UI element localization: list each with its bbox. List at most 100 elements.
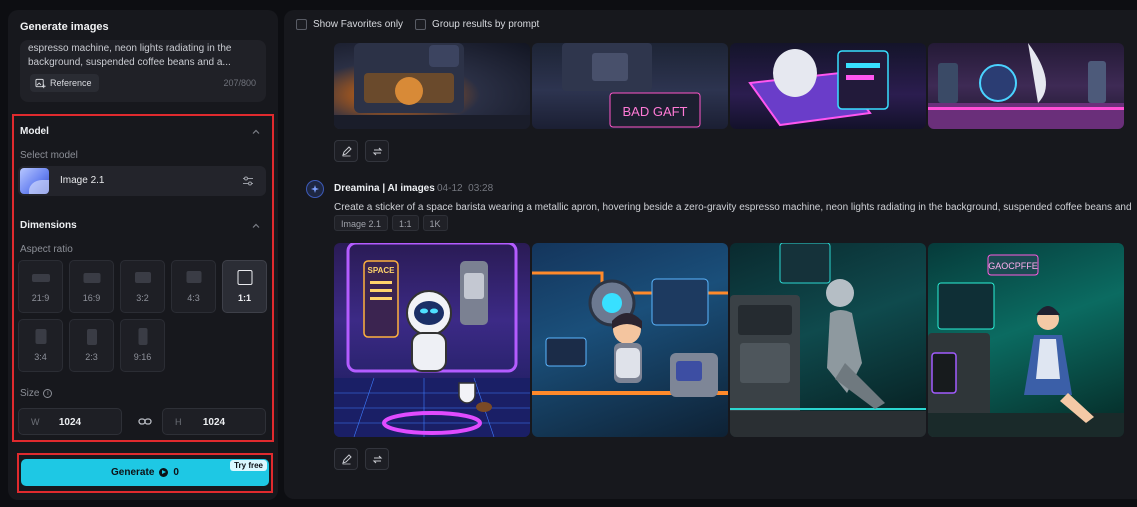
try-free-badge: Try free xyxy=(230,460,267,471)
ratio-3-2-button[interactable]: 3:2 xyxy=(120,260,165,313)
aspect-ratio-label: Aspect ratio xyxy=(20,244,73,255)
ratio-21-9-button[interactable]: 21:9 xyxy=(18,260,63,313)
size-label: Size i xyxy=(20,388,53,399)
model-dimensions-section: Model Select model Image 2.1 Dimensions … xyxy=(12,114,274,442)
dimensions-heading: Dimensions xyxy=(20,220,77,231)
ratio-label: 21:9 xyxy=(31,293,50,303)
image-row-previous: BAD GAFT xyxy=(334,43,1124,129)
edit-button[interactable] xyxy=(334,448,358,470)
astronaut-barista-art: SPACE xyxy=(334,243,530,437)
ratio-shape-icon xyxy=(134,272,151,283)
generate-label: Generate xyxy=(111,467,155,478)
width-field[interactable]: W 1024 xyxy=(18,408,122,435)
ratio-label: 3:4 xyxy=(34,352,47,362)
reference-label: Reference xyxy=(50,78,92,88)
author-name: Dreamina | AI images xyxy=(334,183,435,194)
ratio-shape-icon xyxy=(83,273,100,283)
model-name: Image 2.1 xyxy=(60,175,105,186)
generate-panel: Generate images espresso machine, neon l… xyxy=(8,10,278,500)
regenerate-button[interactable] xyxy=(365,448,389,470)
prompt-text: Create a sticker of a space barista wear… xyxy=(334,202,1132,213)
ratio-shape-icon xyxy=(237,270,252,285)
pencil-icon xyxy=(342,454,352,465)
space-girl-barista-art xyxy=(532,271,728,397)
model-thumbnail xyxy=(20,168,49,194)
ratio-label: 16:9 xyxy=(82,293,101,303)
ratio-label: 2:3 xyxy=(85,352,98,362)
image-row-current: SPACE GAOCPFFE xyxy=(334,243,1124,437)
tag-model: Image 2.1 xyxy=(334,215,389,231)
cafe-waitress-art: GAOCPFFE xyxy=(928,254,1124,437)
result-image[interactable] xyxy=(928,43,1124,129)
width-value[interactable]: 1024 xyxy=(19,417,121,428)
model-select[interactable]: Image 2.1 xyxy=(18,166,266,196)
result-image[interactable]: BAD GAFT xyxy=(532,43,728,129)
coffee-bar-art xyxy=(928,43,1124,129)
ratio-label: 1:1 xyxy=(237,293,251,303)
result-image[interactable] xyxy=(532,243,728,437)
ratio-shape-icon xyxy=(31,274,50,282)
ratio-16-9-button[interactable]: 16:9 xyxy=(69,260,114,313)
model-heading: Model xyxy=(20,126,49,137)
prompt-text[interactable]: espresso machine, neon lights radiating … xyxy=(28,42,256,68)
neon-sign-text: BAD GAFT xyxy=(622,104,687,119)
dreamina-logo-icon xyxy=(306,180,324,198)
time: 03:28 xyxy=(468,183,494,194)
pencil-icon xyxy=(342,146,352,157)
ratio-label: 9:16 xyxy=(133,352,152,362)
panel-title: Generate images xyxy=(20,21,109,33)
result-image[interactable]: SPACE xyxy=(334,243,530,437)
space-sign-text: SPACE xyxy=(368,266,396,275)
select-model-label: Select model xyxy=(20,150,78,161)
group-by-prompt-label: Group results by prompt xyxy=(432,19,540,30)
checkbox[interactable] xyxy=(296,19,307,30)
ratio-label: 4:3 xyxy=(187,293,200,303)
espresso-machine-art xyxy=(334,43,530,129)
edit-button[interactable] xyxy=(334,140,358,162)
generate-button[interactable]: Generate 0 Try free xyxy=(21,459,269,486)
image-plus-icon xyxy=(35,78,46,88)
link-icon[interactable] xyxy=(138,416,152,427)
tag-list: Image 2.1 1:1 1K xyxy=(334,215,448,231)
ratio-shape-icon xyxy=(86,329,97,345)
ratio-shape-icon xyxy=(138,328,147,345)
chevron-up-icon[interactable] xyxy=(252,222,260,230)
credit-value: 0 xyxy=(173,467,179,478)
show-favorites-label: Show Favorites only xyxy=(313,19,404,30)
timestamp: 04-12 03:28 xyxy=(437,183,493,194)
ratio-2-3-button[interactable]: 2:3 xyxy=(69,319,114,372)
ratio-label: 3:2 xyxy=(136,293,149,303)
regenerate-button[interactable] xyxy=(365,140,389,162)
repeat-icon xyxy=(372,455,383,464)
ratio-1-1-button[interactable]: 1:1 xyxy=(222,260,267,313)
android-barista-art xyxy=(730,243,926,437)
ratio-shape-icon xyxy=(186,271,201,283)
height-value[interactable]: 1024 xyxy=(163,417,265,428)
filter-bar: Show Favorites only Group results by pro… xyxy=(296,19,539,30)
result-image[interactable] xyxy=(730,43,926,129)
show-favorites-toggle[interactable]: Show Favorites only xyxy=(296,19,403,30)
info-icon[interactable]: i xyxy=(43,389,53,398)
char-count: 207/800 xyxy=(223,78,256,88)
result-image[interactable] xyxy=(334,43,530,129)
result-image[interactable] xyxy=(730,243,926,437)
credit-icon xyxy=(159,468,169,477)
date: 04-12 xyxy=(437,183,463,194)
tag-resolution: 1K xyxy=(422,215,448,231)
sliders-icon[interactable] xyxy=(242,175,254,187)
group-by-prompt-toggle[interactable]: Group results by prompt xyxy=(415,19,539,30)
ratio-9-16-button[interactable]: 9:16 xyxy=(120,319,165,372)
chevron-up-icon[interactable] xyxy=(252,128,260,136)
height-field[interactable]: H 1024 xyxy=(162,408,266,435)
result-image[interactable]: GAOCPFFE xyxy=(928,243,1124,437)
repeat-icon xyxy=(372,147,383,156)
generate-highlight: Generate 0 Try free xyxy=(17,453,273,493)
reference-button[interactable]: Reference xyxy=(30,74,99,92)
neon-cafe-art: BAD GAFT xyxy=(562,43,701,128)
prompt-input[interactable]: espresso machine, neon lights radiating … xyxy=(20,40,266,102)
tag-ratio: 1:1 xyxy=(392,215,419,231)
ratio-4-3-button[interactable]: 4:3 xyxy=(171,260,216,313)
checkbox[interactable] xyxy=(415,19,427,30)
ratio-3-4-button[interactable]: 3:4 xyxy=(18,319,63,372)
cafe-sign-text: GAOCPFFE xyxy=(988,261,1038,271)
